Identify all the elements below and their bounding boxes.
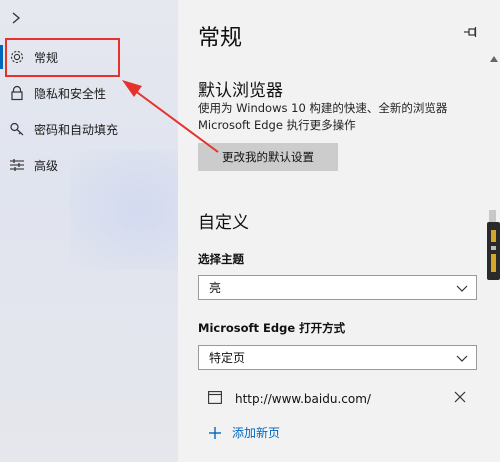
plus-icon — [209, 426, 221, 439]
chevron-down-icon — [456, 285, 468, 292]
default-browser-description: 使用为 Windows 10 构建的快速、全新的浏览器 Microsoft Ed… — [198, 101, 448, 132]
sidebar-item-label: 隐私和安全性 — [34, 86, 107, 101]
close-icon[interactable] — [453, 390, 467, 404]
lock-icon — [11, 85, 23, 101]
add-page-label: 添加新页 — [232, 426, 281, 440]
sliders-icon — [10, 159, 24, 171]
start-page-row: http://www.baidu.com/ — [208, 389, 470, 409]
scroll-up-icon[interactable] — [490, 56, 498, 62]
open-with-select-value: 特定页 — [209, 351, 246, 365]
sidebar-item-privacy[interactable]: 隐私和安全性 — [0, 77, 178, 109]
selection-indicator — [0, 45, 3, 69]
key-icon — [10, 122, 24, 136]
open-with-label: Microsoft Edge 打开方式 — [198, 321, 346, 335]
theme-label: 选择主题 — [198, 252, 244, 266]
theme-select[interactable]: 亮 — [198, 275, 477, 300]
theme-select-value: 亮 — [209, 281, 222, 295]
pin-icon[interactable] — [463, 25, 479, 39]
settings-content: 常规 默认浏览器 使用为 Windows 10 构建的快速、全新的浏览器 Mic… — [178, 0, 500, 462]
chevron-down-icon — [456, 355, 468, 362]
scrollbar-grip[interactable] — [487, 222, 500, 280]
annotation-highlight-box — [5, 38, 120, 77]
add-page-button[interactable]: 添加新页 — [208, 424, 280, 441]
default-browser-heading: 默认浏览器 — [198, 81, 283, 101]
customize-heading: 自定义 — [198, 213, 249, 233]
start-page-url[interactable]: http://www.baidu.com/ — [235, 392, 371, 406]
open-with-select[interactable]: 特定页 — [198, 345, 477, 370]
sidebar-item-passwords[interactable]: 密码和自动填充 — [0, 113, 178, 145]
sidebar-item-label: 密码和自动填充 — [34, 122, 119, 137]
page-title: 常规 — [198, 26, 243, 51]
sidebar-item-advanced[interactable]: 高级 — [0, 149, 178, 181]
change-default-button[interactable]: 更改我的默认设置 — [198, 143, 338, 171]
page-icon — [208, 391, 222, 404]
chevron-right-icon[interactable] — [9, 11, 23, 25]
sidebar-item-label: 高级 — [34, 158, 59, 173]
